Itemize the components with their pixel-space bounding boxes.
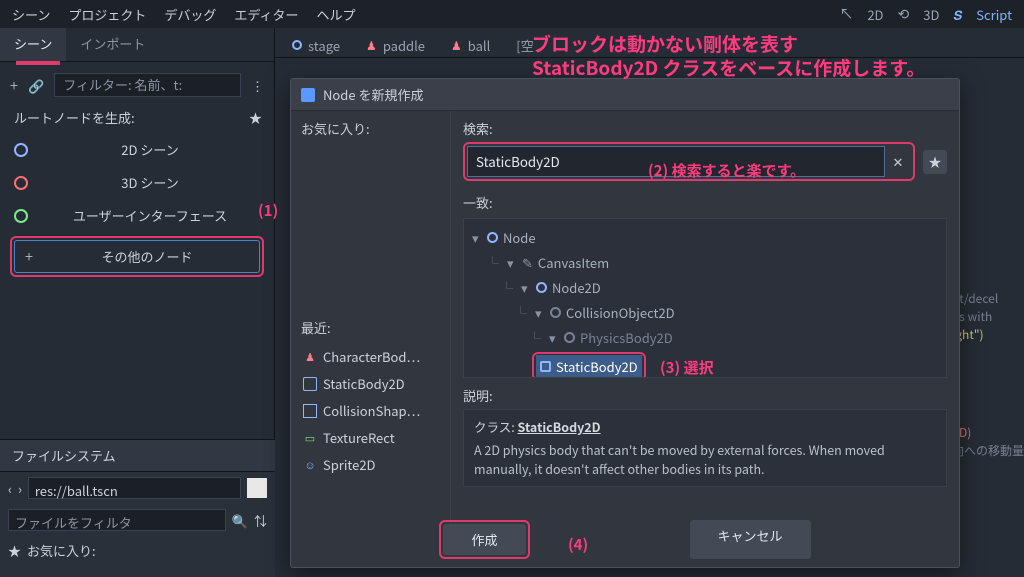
refresh-icon[interactable]: ⟲ [898, 4, 910, 24]
dialog-title-text: Node を新規作成 [323, 85, 423, 104]
filesystem-nav: ‹ › res://ball.tscn [0, 472, 275, 504]
cursor-icon[interactable]: ↖ [839, 4, 853, 24]
plus-icon: + [25, 246, 33, 267]
recent-item[interactable]: ▭TextureRect [301, 424, 440, 451]
tab-underline [16, 61, 60, 65]
filesystem-filter-row: ファイルをフィルタ 🔍 ⇅ [0, 504, 275, 536]
dialog-right-column: 検索: ✕ ★ 一致: ▾ Node └▾✎ CanvasItem └▾ Nod… [451, 111, 959, 531]
description-text: A 2D physics body that can't be moved by… [474, 441, 936, 479]
menu-help[interactable]: ヘルプ [316, 5, 355, 24]
star-icon: ★ [8, 541, 21, 560]
scene-toolbar: + 🔗 フィルター: 名前、t: ⋮ [0, 68, 274, 102]
class-tree[interactable]: ▾ Node └▾✎ CanvasItem └▾ Node2D └▾ Colli… [463, 218, 947, 378]
open-scene-tabs: stage ♟paddle ♟ball [空 [275, 28, 1024, 58]
filesystem-panel: ファイルシステム ‹ › res://ball.tscn ファイルをフィルタ 🔍… [0, 439, 275, 577]
menubar-left: シーン プロジェクト デバッグ エディター ヘルプ [12, 5, 356, 24]
scene-2d-label: 2D シーン [40, 140, 260, 159]
recent-item[interactable]: CollisionShap… [301, 397, 440, 424]
favorites-label: お気に入り: [27, 541, 96, 560]
recent-item[interactable]: ☺Sprite2D [301, 451, 440, 478]
node-icon [301, 88, 315, 102]
recent-label: 最近: [301, 318, 440, 337]
scene-2d-button[interactable]: 2D シーン [0, 133, 274, 166]
root-header: ルートノードを生成: ★ [0, 102, 274, 133]
code-background: nt/decel ns with ight") ED) 向への移動量 [952, 290, 1024, 460]
menu-project[interactable]: プロジェクト [68, 5, 146, 24]
file-thumbnail [247, 478, 267, 498]
link-icon[interactable]: 🔗 [28, 76, 44, 95]
filesystem-title: ファイルシステム [0, 440, 275, 472]
menu-editor[interactable]: エディター [234, 5, 298, 24]
node3d-icon [14, 176, 28, 190]
recent-item[interactable]: ♟CharacterBod… [301, 343, 440, 370]
create-node-dialog: Node を新規作成 お気に入り: 最近: ♟CharacterBod… Sta… [290, 78, 960, 568]
dialog-left-column: お気に入り: 最近: ♟CharacterBod… StaticBody2D C… [291, 111, 451, 531]
search-input[interactable] [467, 146, 885, 177]
search-box-highlight: ✕ [463, 142, 915, 181]
sort-icon[interactable]: ⇅ [254, 511, 267, 530]
favorite-search-button[interactable]: ★ [923, 150, 947, 174]
tab-stage[interactable]: stage [281, 31, 351, 59]
create-button[interactable]: 作成 [443, 524, 525, 555]
scene-ui-label: ユーザーインターフェース [40, 206, 260, 225]
dialog-button-row: 作成 キャンセル [291, 520, 959, 559]
view-script[interactable]: Script [976, 5, 1012, 24]
recent-item[interactable]: StaticBody2D [301, 370, 440, 397]
create-button-highlight: 作成 [439, 520, 529, 559]
class-link[interactable]: StaticBody2D [518, 417, 601, 436]
scene-3d-label: 3D シーン [40, 173, 260, 192]
menu-scene[interactable]: シーン [12, 5, 50, 24]
search-label: 検索: [463, 119, 947, 138]
filesystem-path-input[interactable]: res://ball.tscn [28, 477, 241, 499]
menubar-right: ↖ 2D ⟲ 3D 𝑺 Script [839, 4, 1012, 24]
view-3d[interactable]: 3D [923, 5, 939, 24]
nav-forward-icon[interactable]: › [18, 479, 22, 498]
add-node-icon[interactable]: + [10, 75, 18, 96]
script-icon: 𝑺 [953, 5, 962, 24]
selected-class-highlight: StaticBody2D [532, 352, 646, 378]
nav-back-icon[interactable]: ‹ [8, 479, 12, 498]
filesystem-filter-input[interactable]: ファイルをフィルタ [8, 509, 226, 531]
other-node-highlight: + その他のノード [10, 236, 264, 277]
control-icon [14, 209, 28, 223]
tab-import[interactable]: インポート [66, 28, 159, 61]
scene-filter-input[interactable]: フィルター: 名前、t: [54, 73, 241, 97]
match-label: 一致: [463, 193, 947, 212]
scene-ui-button[interactable]: ユーザーインターフェース [0, 199, 274, 232]
selected-class-row[interactable]: StaticBody2D [536, 355, 642, 378]
clear-search-icon[interactable]: ✕ [885, 146, 911, 177]
menubar: シーン プロジェクト デバッグ エディター ヘルプ ↖ 2D ⟲ 3D 𝑺 Sc… [0, 0, 1024, 28]
root-label: ルートノードを生成: [14, 108, 135, 127]
tab-paddle[interactable]: ♟paddle [355, 31, 436, 59]
other-node-button[interactable]: + その他のノード [14, 240, 260, 273]
view-2d[interactable]: 2D [867, 5, 883, 24]
node2d-icon [14, 143, 28, 157]
scene-3d-button[interactable]: 3D シーン [0, 166, 274, 199]
description-label: 説明: [463, 386, 947, 405]
more-icon[interactable]: ⋮ [251, 76, 264, 95]
tab-ball[interactable]: ♟ball [440, 31, 501, 59]
filesystem-favorites: ★ お気に入り: [0, 536, 275, 565]
left-tabs: シーン インポート [0, 28, 274, 62]
description-box: クラス: StaticBody2D A 2D physics body that… [463, 409, 947, 487]
star-icon[interactable]: ★ [249, 108, 262, 127]
other-node-label: その他のノード [45, 247, 249, 266]
tab-scene[interactable]: シーン [0, 28, 66, 61]
cancel-button[interactable]: キャンセル [690, 520, 811, 559]
menu-debug[interactable]: デバッグ [164, 5, 216, 24]
favorites-label: お気に入り: [301, 119, 440, 138]
tab-empty[interactable]: [空 [505, 31, 544, 59]
dialog-titlebar[interactable]: Node を新規作成 [291, 79, 959, 111]
search-icon[interactable]: 🔍 [232, 511, 248, 530]
